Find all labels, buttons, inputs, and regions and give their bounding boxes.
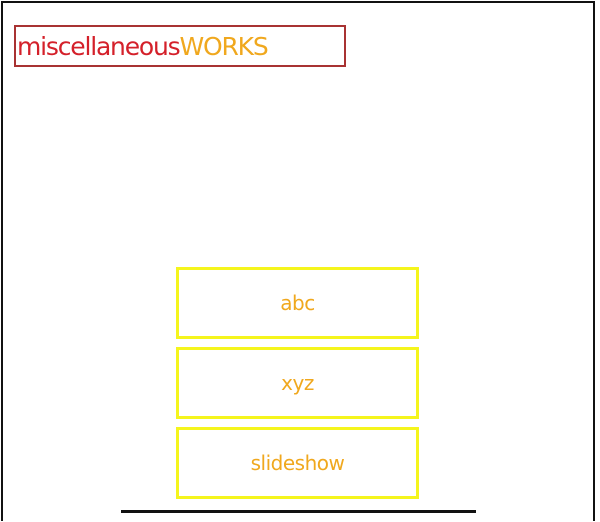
bottom-divider	[121, 510, 476, 513]
logo-text-miscellaneous: miscellaneous	[17, 31, 181, 61]
logo-text-works: WORKS	[179, 31, 268, 61]
nav-button-abc[interactable]: abc	[176, 267, 419, 339]
nav-button-slideshow[interactable]: slideshow	[176, 427, 419, 499]
nav-button-xyz[interactable]: xyz	[176, 347, 419, 419]
nav-button-label: abc	[280, 291, 315, 315]
nav-button-label: slideshow	[250, 451, 345, 475]
site-logo[interactable]: miscellaneous WORKS	[14, 25, 346, 67]
nav-button-label: xyz	[281, 371, 314, 395]
